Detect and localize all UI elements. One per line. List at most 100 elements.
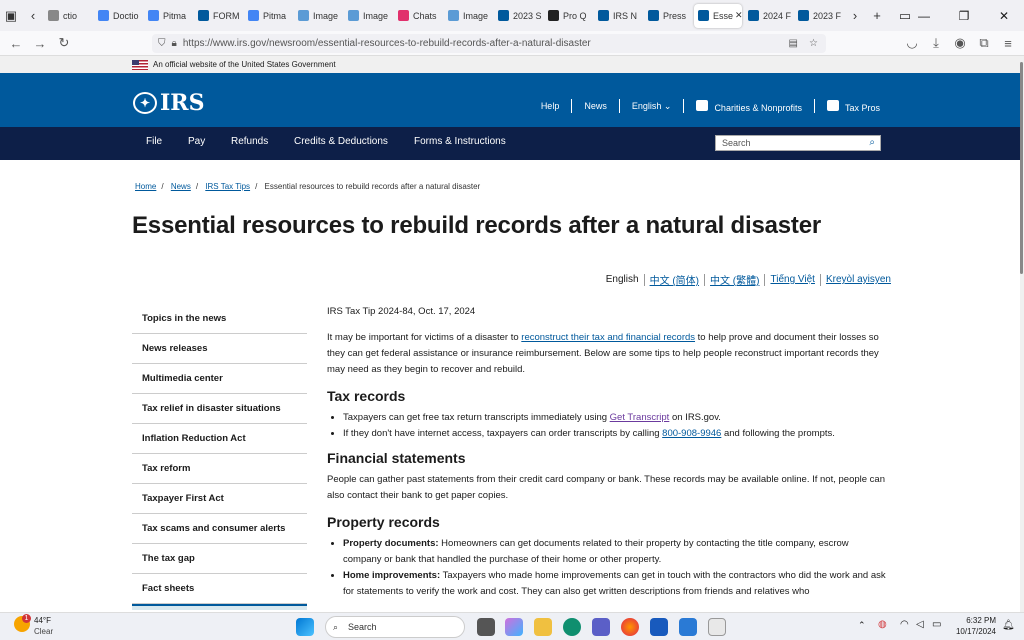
tax-pros-link[interactable]: Tax Pros [826, 99, 880, 113]
language-dropdown[interactable]: English ⌄ [632, 101, 672, 112]
eagle-icon: ✦ [133, 92, 157, 114]
sidebar-item-multimedia-center[interactable]: Multimedia center [132, 364, 307, 394]
task-view-icon[interactable] [477, 618, 495, 636]
firefox-icon[interactable] [621, 618, 639, 636]
edge-icon[interactable] [563, 618, 581, 636]
new-tab-button[interactable]: + [866, 4, 888, 28]
browser-tab[interactable]: ctio [44, 4, 92, 28]
snipping-tool-icon[interactable] [708, 618, 726, 636]
nav-credits-deductions[interactable]: Credits & Deductions [294, 136, 388, 147]
reconstruct-records-link[interactable]: reconstruct their tax and financial reco… [521, 332, 695, 343]
clock-time[interactable]: 6:32 PM [954, 616, 996, 625]
maximize-button[interactable]: ❐ [944, 0, 984, 31]
browser-tab[interactable]: FORM [194, 4, 242, 28]
account-icon[interactable]: ◉ [948, 31, 972, 55]
lock-icon[interactable]: 🔒︎ [172, 38, 177, 49]
browser-tab[interactable]: 2024 F [744, 4, 792, 28]
sidebar-item-tax-reform[interactable]: Tax reform [132, 454, 307, 484]
browser-tab[interactable]: IRS N [594, 4, 642, 28]
windows-start-icon[interactable] [296, 618, 314, 636]
irs-logo[interactable]: ✦ IRS [133, 90, 204, 116]
sidebar-item-tax-relief[interactable]: Tax relief in disaster situations [132, 394, 307, 424]
volume-icon[interactable]: ◁ [916, 619, 924, 630]
tab-list-icon[interactable]: ▣ [0, 4, 22, 28]
show-hidden-icons-icon[interactable]: ⌃ [858, 620, 866, 631]
shield-icon[interactable]: ⛉ [158, 38, 166, 49]
browser-tab[interactable]: Image [444, 4, 492, 28]
photos-icon[interactable] [679, 618, 697, 636]
downloads-icon[interactable]: ⤓ [924, 31, 948, 55]
site-header: ✦ IRS Help News English ⌄ Charities & No… [0, 73, 1020, 127]
site-search-input[interactable]: Search ⌕ [715, 135, 881, 151]
lang-vietnamese[interactable]: Tiếng Việt [770, 274, 814, 285]
word-icon[interactable] [650, 618, 668, 636]
phone-number-link[interactable]: 800-908-9946 [662, 428, 721, 439]
extensions-icon[interactable]: ⧉ [972, 31, 996, 55]
browser-tab[interactable]: Pro Q [544, 4, 592, 28]
pocket-icon[interactable]: ◡ [900, 31, 924, 55]
tab-active[interactable]: Esse ✕ [694, 3, 742, 28]
taskbar-search[interactable]: ⌕ Search [325, 616, 465, 638]
browser-tab[interactable]: Pitma [144, 4, 192, 28]
tab-label: ctio [63, 10, 78, 21]
file-explorer-icon[interactable] [534, 618, 552, 636]
sidebar-item-taxpayer-first-act[interactable]: Taxpayer First Act [132, 484, 307, 514]
browser-tab[interactable]: Doctio [94, 4, 142, 28]
search-icon[interactable]: ⌕ [869, 137, 875, 148]
lang-chinese-traditional[interactable]: 中文 (繁體) [710, 272, 759, 287]
security-icon[interactable]: ◍ [878, 619, 887, 630]
sidebar-item-fact-sheets[interactable]: Fact sheets [132, 574, 307, 604]
lang-haitian-creole[interactable]: Kreyòl ayisyen [826, 274, 891, 285]
wifi-icon[interactable]: ◠ [900, 619, 909, 630]
tab-favicon-icon [48, 10, 59, 21]
page-scrollbar-thumb[interactable] [1020, 62, 1023, 274]
tab-favicon-icon [248, 10, 259, 21]
close-window-button[interactable]: ✕ [984, 0, 1024, 31]
bookmark-star-icon[interactable]: ☆ [809, 38, 818, 49]
sidebar-item-news-releases[interactable]: News releases [132, 334, 307, 364]
weather-desc: Clear [34, 627, 54, 636]
browser-tab[interactable]: 2023 S [494, 4, 542, 28]
sidebar-item-inflation-reduction-act[interactable]: Inflation Reduction Act [132, 424, 307, 454]
minimize-button[interactable]: — [904, 0, 944, 31]
navigation-toolbar: ← → ↻ ⛉ 🔒︎ https://www.irs.gov/newsroom/… [0, 31, 1024, 56]
sidebar-item-topics-in-the-news[interactable]: Topics in the news [132, 304, 307, 334]
tab-scroll-right-icon[interactable]: › [844, 4, 866, 28]
browser-tab[interactable]: Image [294, 4, 342, 28]
lang-chinese-simplified[interactable]: 中文 (简体) [650, 272, 699, 287]
nav-forms-instructions[interactable]: Forms & Instructions [414, 136, 506, 147]
browser-tab[interactable]: Image [344, 4, 392, 28]
nav-pay[interactable]: Pay [188, 136, 205, 147]
browser-tab[interactable]: Pitma [244, 4, 292, 28]
tab-label: 2023 F [813, 10, 842, 21]
help-link[interactable]: Help [541, 101, 560, 111]
sidebar-item-tax-gap[interactable]: The tax gap [132, 544, 307, 574]
breadcrumb-news[interactable]: News [171, 182, 191, 191]
chevron-down-icon: ⌄ [663, 100, 672, 111]
menu-icon[interactable]: ≡ [996, 31, 1020, 55]
close-tab-icon[interactable]: ✕ [735, 10, 742, 21]
forward-icon[interactable]: → [28, 31, 52, 55]
teams-icon[interactable] [592, 618, 610, 636]
browser-tab[interactable]: 2023 F [794, 4, 842, 28]
breadcrumb-tax-tips[interactable]: IRS Tax Tips [205, 182, 250, 191]
reload-icon[interactable]: ↻ [52, 31, 76, 55]
nav-refunds[interactable]: Refunds [231, 136, 268, 147]
battery-icon[interactable]: ▭ [932, 619, 941, 630]
url-bar[interactable]: ⛉ 🔒︎ https://www.irs.gov/newsroom/essent… [152, 34, 826, 53]
notification-bell-icon[interactable]: 🔔︎ [1002, 620, 1015, 631]
charities-link[interactable]: Charities & Nonprofits [696, 99, 802, 113]
browser-tab[interactable]: Chats [394, 4, 442, 28]
reader-view-icon[interactable]: ▤ [789, 38, 798, 49]
breadcrumb-home[interactable]: Home [135, 182, 156, 191]
tab-scroll-left-icon[interactable]: ‹ [22, 4, 44, 28]
news-link[interactable]: News [584, 101, 607, 111]
clock-date[interactable]: 10/17/2024 [954, 627, 996, 636]
nav-file[interactable]: File [146, 136, 162, 147]
logo-text: IRS [160, 90, 205, 116]
copilot-icon[interactable] [505, 618, 523, 636]
get-transcript-link[interactable]: Get Transcript [610, 412, 670, 423]
sidebar-item-tax-scams[interactable]: Tax scams and consumer alerts [132, 514, 307, 544]
browser-tab[interactable]: Press [644, 4, 692, 28]
back-icon[interactable]: ← [4, 31, 28, 55]
